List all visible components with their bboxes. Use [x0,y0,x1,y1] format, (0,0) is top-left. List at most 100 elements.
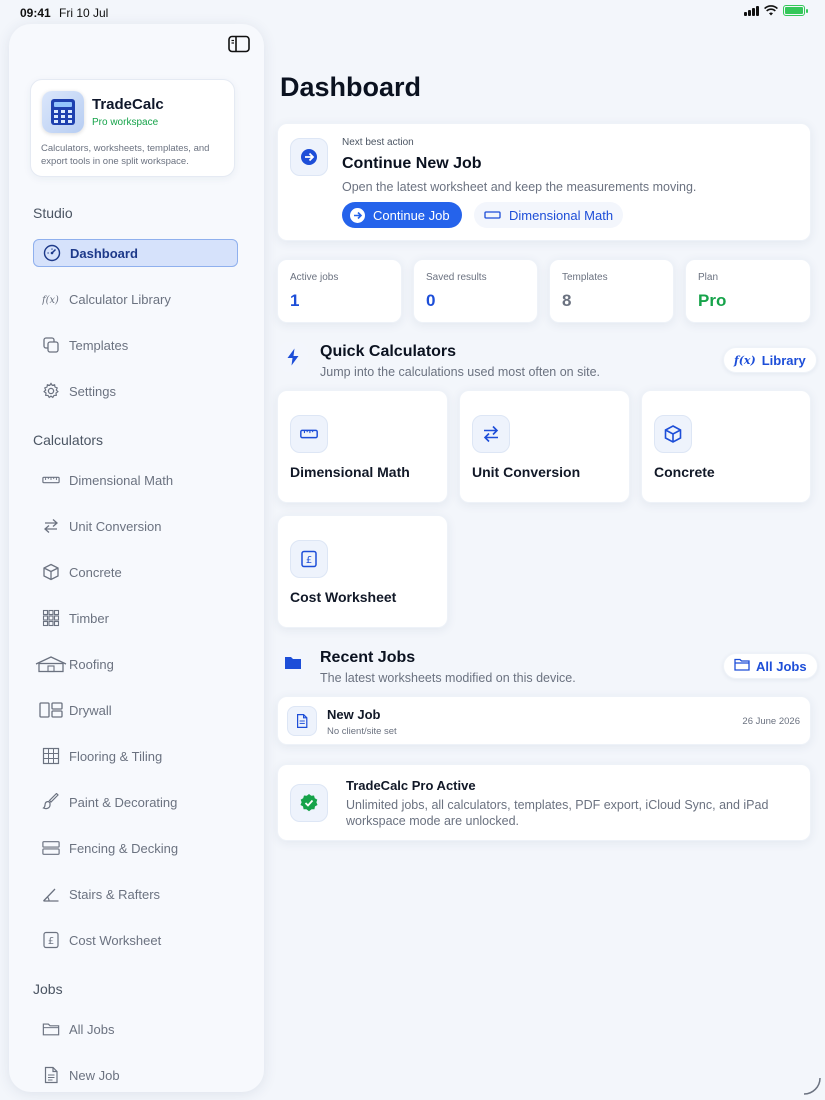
sidebar-item-timber[interactable]: Timber [33,604,238,632]
sidebar-item-label: Roofing [69,656,114,672]
sidebar-item-unit-conversion[interactable]: Unit Conversion [33,512,238,540]
sidebar-item-new-job[interactable]: New Job [33,1061,238,1089]
sidebar-item-all-jobs[interactable]: All Jobs [33,1015,238,1043]
sidebar-item-dimensional-math[interactable]: Dimensional Math [33,466,238,494]
svg-text:£: £ [48,936,54,947]
sidebar-item-roofing[interactable]: Roofing [31,650,236,678]
sidebar-item-label: Concrete [69,564,122,580]
next-action-description: Open the latest worksheet and keep the m… [342,180,697,194]
sidebar-item-label: Unit Conversion [69,518,162,534]
folder-icon [41,1019,61,1039]
grid-dots-icon [41,608,61,628]
tile-concrete[interactable]: Concrete [641,390,811,503]
sidebar-item-cost-worksheet[interactable]: £ Cost Worksheet [33,926,238,954]
sidebar-item-concrete[interactable]: Concrete [33,558,238,586]
all-jobs-label: All Jobs [756,658,807,674]
sidebar-item-stairs-rafters[interactable]: Stairs & Rafters [33,880,238,908]
sidebar-item-drywall[interactable]: Drywall [33,696,238,724]
gauge-icon [42,243,62,263]
stat-active-jobs: Active jobs 1 [277,259,402,323]
folder-icon [278,648,308,678]
dimensional-math-button[interactable]: Dimensional Math [474,202,624,228]
status-time: 09:41 [20,6,51,20]
ruler-icon [290,415,328,453]
sidebar-item-flooring-tiling[interactable]: Flooring & Tiling [33,742,238,770]
next-action-kicker: Next best action [342,137,414,148]
tile-label: Cost Worksheet [290,589,397,605]
stat-label: Active jobs [290,272,339,283]
svg-text:f(x): f(x) [42,295,59,306]
verified-badge-icon [290,784,328,822]
bolt-icon [278,342,308,372]
sidebar-item-label: New Job [69,1067,120,1083]
stat-label: Templates [562,272,608,283]
stat-value: 0 [426,291,436,310]
signal-icon [744,5,759,16]
document-icon [287,706,317,736]
pro-status-title: TradeCalc Pro Active [346,778,476,793]
sidebar-item-label: Templates [69,337,129,353]
sidebar-item-fencing-decking[interactable]: Fencing & Decking [33,834,238,862]
brand-name: TradeCalc [92,96,164,113]
folder-icon [734,658,750,674]
sidebar-item-templates[interactable]: Templates [33,331,238,359]
ruler-icon [484,208,501,223]
sidebar-item-label: Dimensional Math [69,472,174,488]
library-button[interactable]: f(x) Library [723,347,817,373]
svg-text:£: £ [306,555,312,566]
sidebar-item-label: Settings [69,383,116,399]
function-icon: f(x) [734,353,756,367]
sidebar-item-label: Calculator Library [69,291,171,307]
wifi-icon [764,5,778,16]
dimensional-math-label: Dimensional Math [509,207,614,223]
stat-templates: Templates 8 [549,259,674,323]
page-title: Dashboard [280,72,422,102]
sidebar-item-dashboard[interactable]: Dashboard [33,239,238,267]
cube-icon [41,562,61,582]
brand-subtitle: Pro workspace [92,117,159,128]
table-row[interactable]: New Job No client/site set 26 June 2026 [277,696,811,745]
next-action-title: Continue New Job [342,155,482,172]
section-title-jobs: Jobs [33,981,63,997]
stat-value: Pro [698,291,727,310]
sidebar-item-paint-decorating[interactable]: Paint & Decorating [33,788,238,816]
function-icon: f(x) [41,289,61,309]
panels-icon [39,700,63,720]
pro-status-card: TradeCalc Pro Active Unlimited jobs, all… [277,764,811,841]
recent-jobs-title: Recent Jobs [320,649,416,666]
tile-unit-conversion[interactable]: Unit Conversion [459,390,630,503]
sidebar-item-label: All Jobs [69,1021,115,1037]
brand-description: Calculators, worksheets, templates, and … [41,143,210,167]
tile-label: Unit Conversion [472,464,581,480]
status-date: Fri 10 Jul [59,6,109,20]
copy-icon [41,335,61,355]
document-icon [41,1065,61,1085]
arrow-right-icon [350,207,365,223]
brand-card: TradeCalc Pro workspace Calculators, wor… [30,79,235,177]
stat-plan: Plan Pro [685,259,811,323]
sidebar-item-label: Flooring & Tiling [69,748,163,764]
status-bar: 09:41 Fri 10 Jul [0,0,825,24]
swap-arrows-icon [472,415,510,453]
house-icon [35,654,67,674]
section-title-studio: Studio [33,205,73,221]
ruler-icon [41,470,61,490]
tile-label: Concrete [654,464,715,480]
sidebar-toggle-icon[interactable] [228,35,250,53]
tiles-icon [41,746,61,766]
stat-saved-results: Saved results 0 [413,259,538,323]
swap-arrows-icon [41,516,61,536]
sidebar-item-settings[interactable]: Settings [33,377,238,405]
tile-dimensional-math[interactable]: Dimensional Math [277,390,448,503]
sidebar-item-label: Paint & Decorating [69,794,178,810]
resize-handle-icon[interactable] [802,1076,822,1096]
pound-icon: £ [290,540,328,578]
stat-label: Plan [698,272,719,283]
all-jobs-button[interactable]: All Jobs [723,653,818,679]
tile-cost-worksheet[interactable]: £ Cost Worksheet [277,515,448,628]
sidebar-item-label: Drywall [69,702,112,718]
tile-label: Dimensional Math [290,464,410,480]
sidebar-item-calculator-library[interactable]: f(x) Calculator Library [33,285,238,313]
continue-job-button[interactable]: Continue Job [342,202,462,228]
next-action-icon [290,138,328,176]
